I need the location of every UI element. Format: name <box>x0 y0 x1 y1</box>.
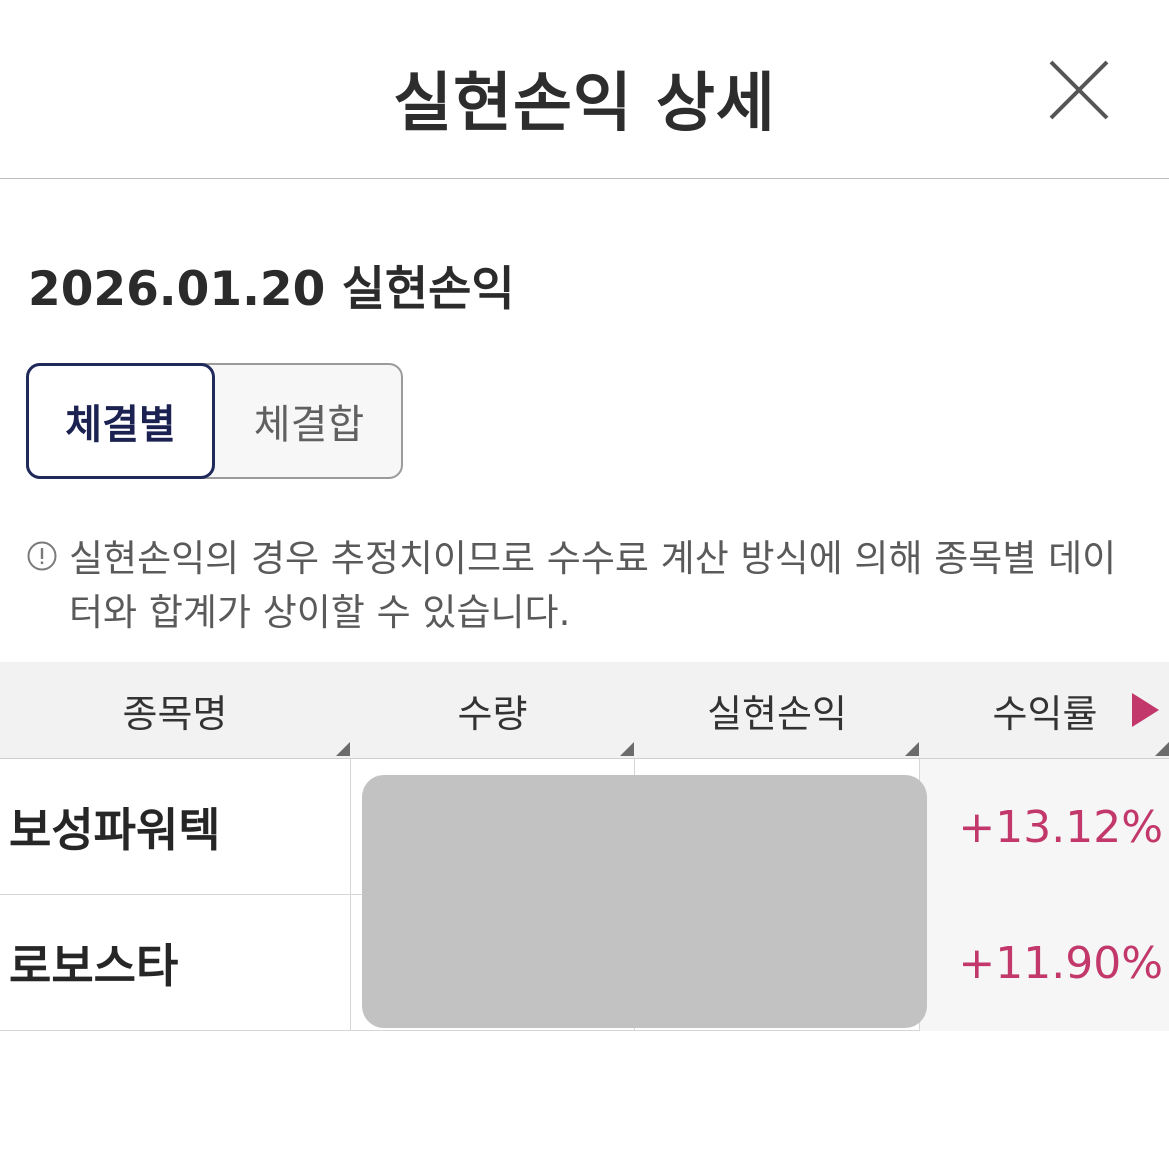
sort-corner-icon <box>905 742 919 756</box>
segment-execution-sum[interactable]: 체결합 <box>215 363 403 479</box>
redaction-block <box>362 775 927 1028</box>
column-header-realized-pnl[interactable]: 실현손익 <box>635 662 919 759</box>
return-rate: +11.90% <box>919 895 1169 1031</box>
notice-text: 실현손익의 경우 추정치이므로 수수료 계산 방식에 의해 종목별 데이터와 합… <box>69 537 1117 634</box>
close-button[interactable] <box>1043 54 1115 126</box>
close-icon <box>1049 60 1109 120</box>
return-rate: +13.12% <box>919 759 1169 895</box>
table-header: 종목명 수량 실현손익 수익률 <box>0 662 1169 759</box>
stock-name: 보성파워텍 <box>9 803 221 857</box>
page-title: 실현손익 상세 <box>393 67 776 141</box>
sort-corner-icon <box>1155 742 1169 756</box>
date-realized-title: 2026.01.20 실현손익 <box>28 262 515 317</box>
header-bar: 실현손익 상세 <box>0 0 1169 179</box>
stock-name: 로보스타 <box>9 939 179 993</box>
column-header-name[interactable]: 종목명 <box>0 662 350 759</box>
sort-corner-icon <box>336 742 350 756</box>
column-header-quantity[interactable]: 수량 <box>351 662 634 759</box>
sort-corner-icon <box>620 742 634 756</box>
info-circle-icon <box>27 541 57 571</box>
column-divider <box>350 759 351 1031</box>
segment-control: 체결별 체결합 <box>26 363 403 479</box>
segment-by-execution[interactable]: 체결별 <box>26 363 215 479</box>
scroll-right-arrow-icon[interactable] <box>1132 693 1159 727</box>
